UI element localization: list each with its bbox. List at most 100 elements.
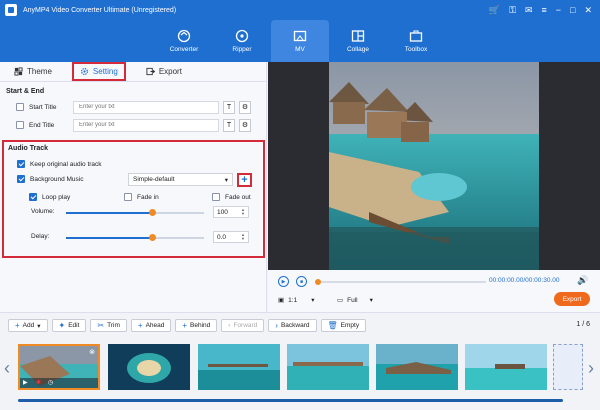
nav-ripper[interactable]: Ripper [213,20,271,62]
theme-icon [14,67,23,76]
stop-button[interactable]: ■ [296,276,307,287]
delay-slider-knob[interactable] [148,234,156,241]
add-label: Add [22,322,35,329]
backward-button[interactable]: › Backward [268,319,317,332]
background-music-label: Background Music [30,175,84,183]
volume-icon[interactable]: 🔊 [577,275,588,286]
end-title-checkbox[interactable] [16,121,24,129]
fade-out-label: Fade out [225,193,251,201]
menu-icon[interactable]: ≡ [541,5,546,15]
minimize-icon[interactable]: − [556,5,561,15]
trim-button[interactable]: ✂ Trim [90,319,127,332]
title-bar: AnyMP4 Video Converter Ultimate (Unregis… [0,0,600,20]
nav-toolbox[interactable]: Toolbox [387,20,445,62]
edit-button[interactable]: ✦ Edit [51,319,87,332]
nav-converter[interactable]: Converter [155,20,213,62]
nav-ripper-label: Ripper [232,46,252,53]
clip-thumbnail[interactable]: ▶ ✱ ◷ ⊗ [18,344,100,390]
filmstrip-scrollbar[interactable] [18,399,563,402]
edit-label: Edit [68,322,80,329]
delay-value: 0.0 [217,233,227,241]
start-title-input[interactable] [73,100,219,114]
chevron-down-icon: ▾ [224,176,228,184]
chevron-left-icon: ‹ [228,322,231,329]
start-title-text-style-button[interactable]: T [223,100,235,114]
volume-slider[interactable] [66,209,204,216]
mv-icon [293,30,307,42]
loop-play-checkbox[interactable] [29,193,37,201]
scroll-right-icon[interactable]: › [588,358,594,379]
delay-input[interactable]: 0.0 ▲ ▼ [213,231,249,243]
start-title-row: Start Title T ⚙ [0,98,266,116]
progress-bar[interactable] [315,279,486,285]
playback-time: 00:00:00.00/00:00:30.00 [489,277,560,284]
fade-in-row: Fade in [112,188,159,206]
volume-spinner-icon[interactable]: ▲ ▼ [241,208,245,216]
message-icon[interactable]: ✉ [525,5,533,16]
behind-label: Behind [190,322,211,329]
background-music-checkbox[interactable] [17,175,25,183]
play-icon[interactable]: ▶ [23,379,28,386]
clip-thumbnail-image [20,346,98,388]
tab-setting[interactable]: Setting [71,62,126,81]
display-mode-value: Full [347,296,358,304]
clip-thumbnail-image [376,344,458,390]
add-clip-slot[interactable] [553,344,583,390]
aspect-ratio-select[interactable]: ▣ 1:1 ▾ [278,296,314,305]
clip-thumbnail[interactable] [198,344,280,390]
end-title-text-style-button[interactable]: T [223,118,235,132]
close-icon[interactable]: ✕ [584,5,592,16]
loop-play-row: Loop play [4,188,70,206]
fade-out-checkbox[interactable] [212,193,220,201]
star-icon[interactable]: ✱ [36,379,41,386]
tab-theme[interactable]: Theme [8,64,58,79]
nav-mv[interactable]: MV [271,20,329,62]
ahead-button[interactable]: + Ahead [130,319,172,332]
trim-label: Trim [107,322,120,329]
clock-icon: ◷ [48,380,54,386]
forward-button[interactable]: ‹ Forward [221,319,265,332]
progress-knob[interactable] [315,279,321,285]
empty-button[interactable]: 🗑 Empty [320,319,367,332]
background-music-select[interactable]: Simple-default ▾ [128,173,233,186]
empty-label: Empty [340,322,360,329]
clip-thumbnail-image [465,344,547,390]
end-title-settings-button[interactable]: ⚙ [239,118,251,132]
display-mode-select[interactable]: ▭ Full ▾ [337,296,373,305]
add-button[interactable]: + Add ▾ [8,319,48,332]
main-nav: Converter Ripper MV Collage Toolbox [0,20,600,62]
maximize-icon[interactable]: □ [570,5,575,15]
background-music-row: Background Music [4,170,83,188]
delay-spinner-icon[interactable]: ▲ ▼ [241,233,245,241]
start-title-checkbox[interactable] [16,103,24,111]
chevron-down-icon: ▾ [37,322,41,330]
ahead-label: Ahead [145,322,165,329]
behind-button[interactable]: + Behind [175,319,218,332]
nav-collage[interactable]: Collage [329,20,387,62]
cart-icon[interactable]: 🛒 [489,5,500,16]
clip-thumbnail[interactable] [376,344,458,390]
play-button[interactable]: ▶ [278,276,289,287]
tab-export[interactable]: Export [140,64,188,79]
volume-input[interactable]: 100 ▲ ▼ [213,206,249,218]
toolbox-icon [409,30,423,42]
start-title-settings-button[interactable]: ⚙ [239,100,251,114]
scroll-left-icon[interactable]: ‹ [4,358,10,379]
delay-slider[interactable] [66,234,204,241]
remove-clip-icon[interactable]: ⊗ [89,348,95,356]
fade-in-checkbox[interactable] [124,193,132,201]
clip-thumbnail[interactable] [287,344,369,390]
export-button[interactable]: Export [554,292,590,306]
gear-icon [80,67,88,76]
tab-theme-label: Theme [27,67,52,76]
clip-thumbnail[interactable] [465,344,547,390]
volume-slider-knob[interactable] [148,209,156,216]
end-title-input[interactable] [73,118,219,132]
nav-toolbox-label: Toolbox [404,46,428,53]
add-music-button[interactable]: + [237,173,252,187]
clip-thumbnail[interactable] [108,344,190,390]
key-icon[interactable]: ⚿ [509,5,516,16]
plus-icon: + [15,321,20,330]
keep-original-checkbox[interactable] [17,160,25,168]
nav-converter-label: Converter [169,46,199,53]
